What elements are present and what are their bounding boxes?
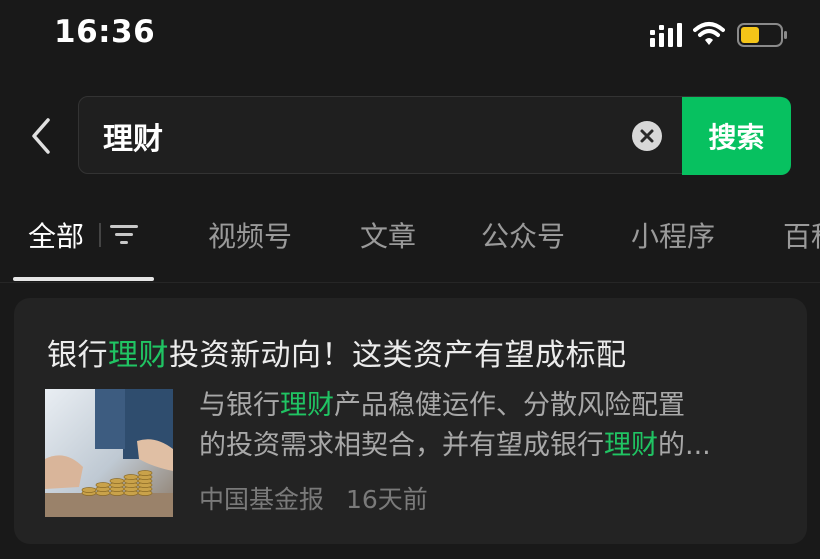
result-title[interactable]: 银行理财投资新动向！这类资产有望成标配	[47, 330, 627, 374]
result-time: 16天前	[345, 485, 428, 514]
search-input[interactable]	[101, 115, 615, 157]
wifi-icon	[693, 22, 725, 45]
tab-encyclopedia[interactable]: 百科	[783, 215, 820, 255]
snippet-line-2: 的投资需求相契合，并有望成银行理财的...	[199, 430, 711, 461]
clear-icon[interactable]	[631, 120, 663, 152]
snippet-line-1: 与银行理财产品稳健运作、分散风险配置	[199, 390, 685, 421]
result-card[interactable]: 银行理财投资新动向！这类资产有望成标配 与银行理财产品稳健运作、分散风险配置 的…	[14, 298, 807, 544]
active-tab-indicator	[13, 277, 154, 281]
tab-articles[interactable]: 文章	[360, 215, 416, 255]
status-bar: 16:36	[0, 0, 820, 70]
signal-icon	[650, 23, 682, 47]
back-arrow-icon[interactable]	[26, 114, 56, 158]
tab-mini-programs[interactable]: 小程序	[631, 215, 715, 255]
tab-official-accounts[interactable]: 公众号	[481, 215, 565, 255]
coin-stack-thumbnail	[45, 389, 173, 517]
result-meta: 中国基金报 16天前	[199, 480, 442, 516]
tabs-separator	[0, 282, 820, 283]
battery-icon	[737, 23, 787, 47]
result-snippet: 与银行理财产品稳健运作、分散风险配置 的投资需求相契合，并有望成银行理财的...	[199, 386, 794, 466]
tab-all[interactable]: 全部	[28, 215, 84, 255]
filter-tabs: 全部 视频号 文章 公众号 小程序 百科	[0, 205, 820, 285]
search-button[interactable]: 搜索	[682, 97, 791, 175]
filter-icon[interactable]	[110, 222, 138, 246]
result-source: 中国基金报	[199, 485, 325, 514]
tab-divider	[99, 223, 101, 247]
status-time: 16:36	[54, 14, 156, 50]
tab-channels[interactable]: 视频号	[208, 215, 292, 255]
